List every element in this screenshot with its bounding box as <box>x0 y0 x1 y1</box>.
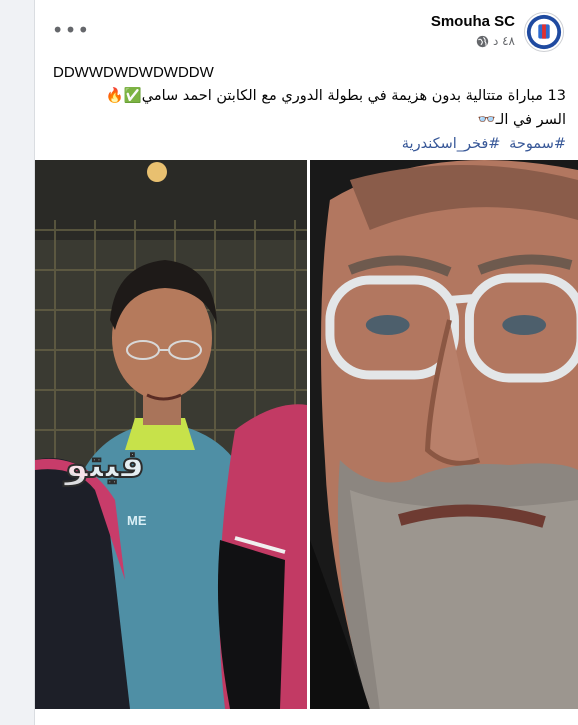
post-photo-coach[interactable]: ME فيتو <box>35 160 307 709</box>
globe-icon[interactable] <box>476 35 489 48</box>
post-text: DDWWDWDWDWDDW 13 مباراة متتالية بدون هزي… <box>47 64 566 158</box>
hashtag-link[interactable]: #فخر_اسكندرية <box>402 136 501 152</box>
coach-photo-image: ME <box>35 160 307 709</box>
hashtags: #سموحة #فخر_اسكندرية <box>47 134 566 154</box>
page-avatar[interactable] <box>524 12 564 52</box>
post-text-line: DDWWDWDWDWDDW <box>53 64 214 81</box>
page-name-link[interactable]: Smouha SC <box>431 13 515 30</box>
post-images: ME فيتو <box>35 160 578 709</box>
hashtag-link[interactable]: #سموحة <box>509 136 566 152</box>
post-text-line: السر في الـ👓 <box>477 112 566 128</box>
watermark-text: فيتو <box>64 441 146 487</box>
facebook-post-card: Smouha SC ٤٨ د ••• DDWWDWDWDWDDW 13 مبار… <box>34 0 578 725</box>
post-footer-strip <box>35 709 578 725</box>
post-text-line: 13 مباراة متتالية بدون هزيمة في بطولة ال… <box>105 88 566 104</box>
post-photo-klopp[interactable] <box>310 160 578 709</box>
klopp-closeup-image <box>310 160 578 709</box>
club-crest-icon <box>526 14 562 50</box>
svg-text:ME: ME <box>127 513 147 528</box>
more-options-button[interactable]: ••• <box>51 18 91 42</box>
post-timestamp[interactable]: ٤٨ د <box>493 34 515 48</box>
ellipsis-icon: ••• <box>51 18 91 42</box>
post-meta: ٤٨ د <box>476 34 515 48</box>
